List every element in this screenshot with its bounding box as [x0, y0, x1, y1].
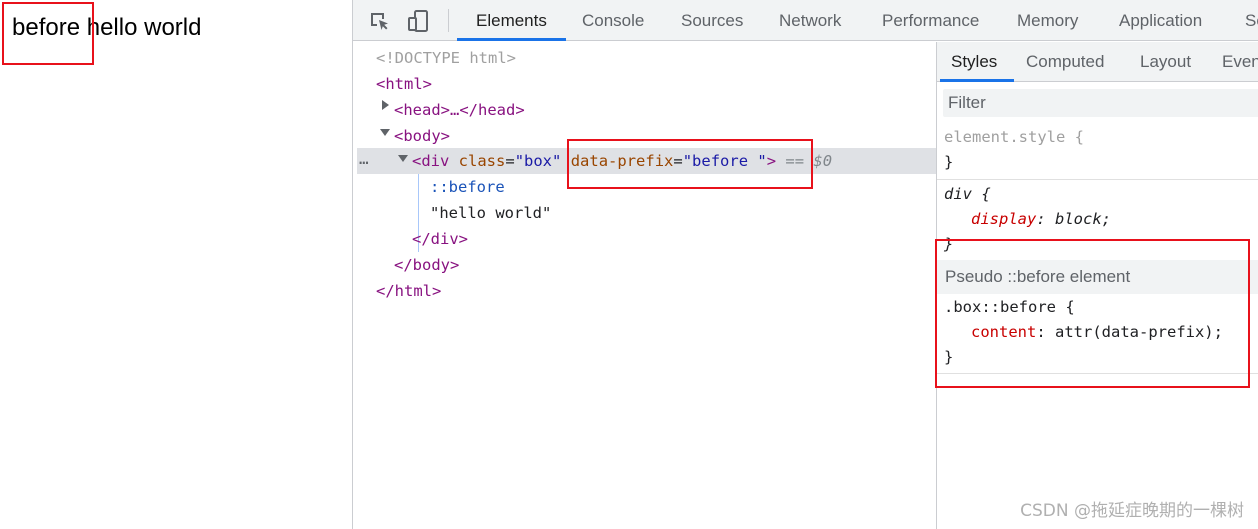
hello-world-text: hello world	[80, 14, 202, 41]
div-display-declaration[interactable]: display: block;	[971, 207, 1111, 231]
rule-divider	[937, 179, 1258, 180]
tab-layout[interactable]: Layout	[1140, 42, 1191, 82]
device-toolbar-icon[interactable]	[407, 9, 431, 33]
collapse-arrow-icon[interactable]	[398, 155, 408, 162]
element-style-selector[interactable]: element.style {	[944, 125, 1084, 149]
before-pseudo-node[interactable]: ::before	[430, 174, 505, 200]
tab-event-listeners-truncated[interactable]: Even	[1222, 42, 1258, 82]
text-node[interactable]: "hello world"	[430, 200, 551, 226]
csdn-watermark: CSDN @拖延症晚期的一棵树	[1020, 501, 1244, 521]
tab-performance[interactable]: Performance	[882, 0, 979, 41]
element-style-rule: element.style { }	[937, 125, 1258, 178]
tab-sources[interactable]: Sources	[681, 0, 743, 41]
collapse-arrow-icon[interactable]	[380, 129, 390, 136]
div-selector[interactable]: div {	[944, 182, 991, 206]
css-property-display: display	[971, 210, 1037, 228]
active-tab-indicator	[457, 38, 566, 41]
class-attr-name: class	[458, 152, 506, 170]
body-open-node[interactable]: <body>	[394, 123, 450, 149]
tab-network[interactable]: Network	[779, 0, 841, 41]
inspect-element-icon[interactable]	[367, 9, 391, 33]
tab-application[interactable]: Application	[1119, 0, 1202, 41]
expand-arrow-icon[interactable]	[382, 100, 389, 110]
toolbar-divider	[448, 9, 449, 32]
tab-console[interactable]: Console	[582, 0, 644, 41]
devtools-toolbar: Elements Console Sources Network Perform…	[353, 0, 1258, 41]
highlight-box-pseudo-rule	[935, 239, 1250, 388]
styles-pane: Styles Computed Layout Even Filter eleme…	[935, 42, 1258, 529]
node-actions-ellipsis[interactable]: …	[359, 148, 369, 174]
styles-filter-input[interactable]: Filter	[943, 89, 1258, 117]
highlight-box-before-text	[2, 2, 94, 65]
rule-close-brace: }	[944, 153, 954, 171]
css-value-block: block;	[1055, 210, 1111, 228]
html-open-node[interactable]: <html>	[376, 71, 432, 97]
elements-tree: … <!DOCTYPE html> <html> <head>…</head> …	[353, 42, 936, 529]
div-close-node[interactable]: </div>	[412, 226, 468, 252]
doctype-node[interactable]: <!DOCTYPE html>	[376, 45, 516, 71]
class-attr-value: "box"	[514, 152, 562, 170]
tab-security-truncated[interactable]: Se	[1245, 0, 1258, 41]
highlight-box-data-prefix	[567, 139, 813, 189]
html-close-node[interactable]: </html>	[376, 278, 441, 304]
tab-elements[interactable]: Elements	[476, 0, 547, 41]
body-close-node[interactable]: </body>	[394, 252, 459, 278]
styles-tabbar: Styles Computed Layout Even	[937, 42, 1258, 82]
active-styles-tab-indicator	[940, 79, 1014, 82]
page-viewport: before hello world	[0, 0, 352, 529]
div-tag-open: <div	[412, 152, 450, 170]
head-node[interactable]: <head>…</head>	[394, 97, 525, 123]
tab-styles[interactable]: Styles	[951, 42, 997, 82]
devtools-panel: Elements Console Sources Network Perform…	[352, 0, 1258, 529]
tab-computed[interactable]: Computed	[1026, 42, 1104, 82]
tab-memory[interactable]: Memory	[1017, 0, 1078, 41]
